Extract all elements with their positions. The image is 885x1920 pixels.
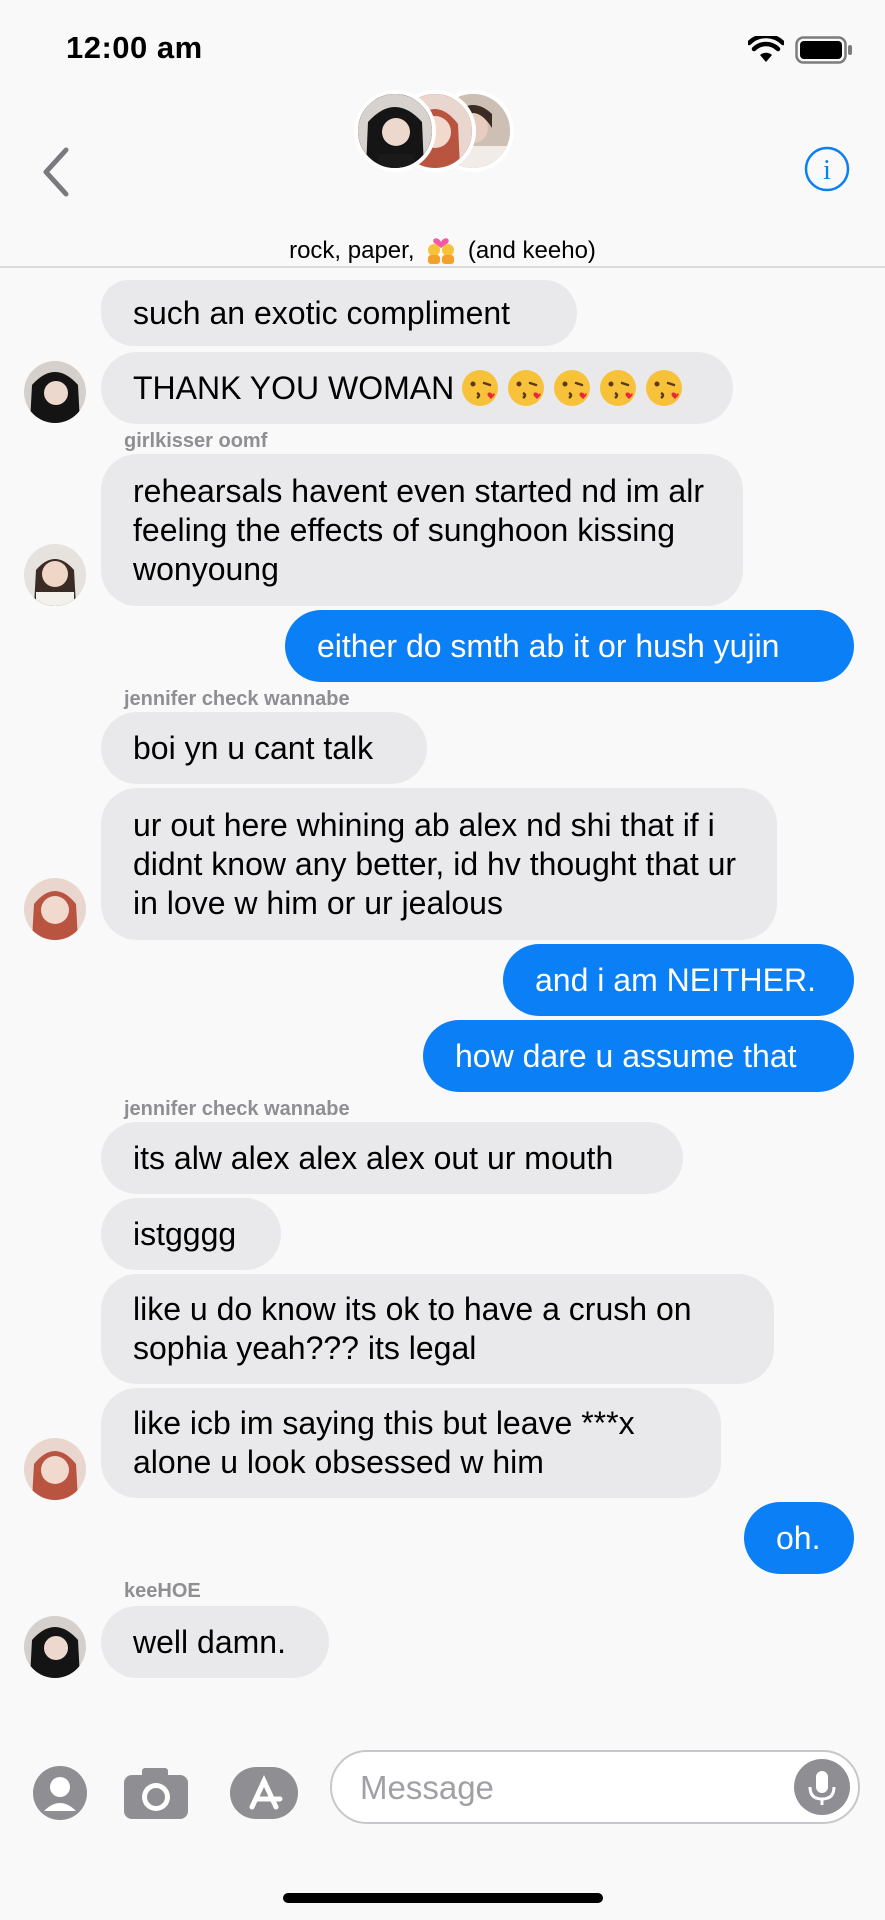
message-bubble[interactable]: its alw alex alex alex out ur mouth (101, 1122, 683, 1194)
status-bar: 12:00 am (0, 0, 885, 90)
sender-avatar[interactable] (24, 361, 86, 423)
group-name-part-2: (and keeho) (467, 237, 596, 264)
message-bubble[interactable]: well damn. (101, 1606, 329, 1678)
message-bubble[interactable]: like u do know its ok to have a crush on… (101, 1274, 774, 1384)
info-icon[interactable]: i (804, 146, 850, 192)
group-avatar-1 (354, 90, 436, 172)
camera-icon[interactable] (122, 1765, 190, 1821)
couple-kiss-icon (428, 238, 455, 264)
kissing-face-icon (508, 370, 545, 406)
microphone-button[interactable] (794, 1759, 850, 1815)
home-indicator[interactable] (283, 1893, 603, 1903)
wifi-icon (748, 36, 784, 62)
message-bubble[interactable]: rehearsals havent even started nd im alr… (101, 454, 743, 606)
sender-name: girlkisser oomf (124, 430, 268, 452)
message-bubble[interactable]: how dare u assume that (423, 1020, 854, 1092)
svg-text:i: i (823, 155, 831, 186)
sender-name: jennifer check wannabe (124, 688, 350, 710)
message-bubble[interactable]: such an exotic compliment (101, 280, 577, 346)
status-time: 12:00 am (66, 30, 203, 65)
app-store-icon[interactable] (228, 1765, 300, 1821)
message-input[interactable]: Message (330, 1750, 860, 1824)
sender-avatar[interactable] (24, 1616, 86, 1678)
kissing-face-emojis (454, 368, 684, 408)
group-name-part-1: rock, paper, (289, 237, 415, 264)
message-list[interactable]: such an exotic compliment THANK YOU WOMA… (0, 280, 885, 1700)
memoji-icon[interactable] (32, 1765, 88, 1821)
sender-avatar[interactable] (24, 544, 86, 606)
message-input-placeholder: Message (360, 1769, 494, 1806)
group-name[interactable]: rock, paper, (and keeho) (0, 234, 885, 265)
message-bubble[interactable]: boi yn u cant talk (101, 712, 427, 784)
message-bubble[interactable]: oh. (744, 1502, 854, 1574)
message-bubble[interactable]: like icb im saying this but leave ***x a… (101, 1388, 721, 1498)
sender-avatar[interactable] (24, 1438, 86, 1500)
message-bubble[interactable]: either do smth ab it or hush yujin (285, 610, 854, 682)
message-composer: Message (0, 1735, 885, 1855)
battery-icon (795, 36, 852, 64)
kissing-face-icon (646, 370, 683, 406)
message-bubble[interactable]: THANK YOU WOMAN (101, 352, 733, 424)
kissing-face-icon (554, 370, 591, 406)
sender-name: keeHOE (124, 1580, 201, 1602)
group-avatar-stack[interactable] (354, 90, 524, 176)
sender-name: jennifer check wannabe (124, 1098, 350, 1120)
message-bubble[interactable]: ur out here whining ab alex nd shi that … (101, 788, 777, 940)
kissing-face-icon (462, 370, 499, 406)
conversation-header: i rock, paper, (and keeho) (0, 90, 885, 268)
message-bubble[interactable]: istgggg (101, 1198, 281, 1270)
message-bubble[interactable]: and i am NEITHER. (503, 944, 854, 1016)
microphone-icon (808, 1771, 836, 1805)
kissing-face-icon (600, 370, 637, 406)
back-chevron-icon[interactable] (36, 142, 80, 202)
sender-avatar[interactable] (24, 878, 86, 940)
